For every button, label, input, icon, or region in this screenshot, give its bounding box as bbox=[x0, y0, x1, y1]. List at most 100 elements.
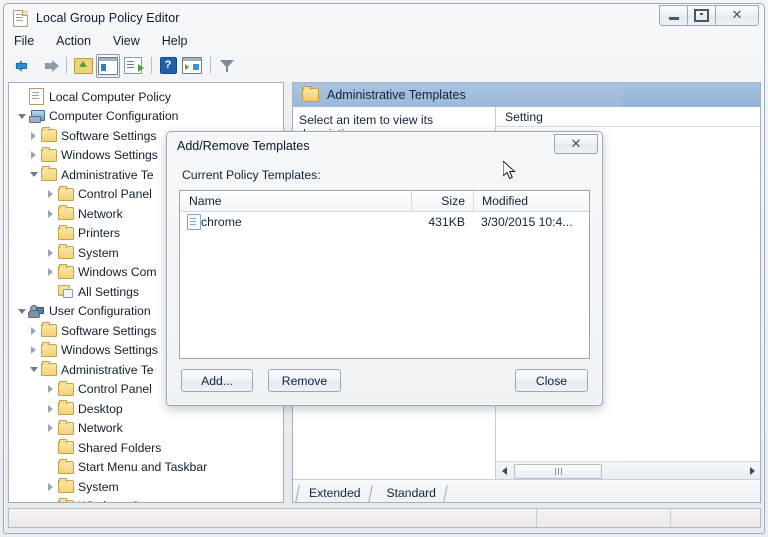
current-templates-label: Current Policy Templates: bbox=[182, 168, 321, 182]
dialog-close-button[interactable]: ✕ bbox=[554, 134, 598, 154]
templates-listview[interactable]: Name Size Modified chrome 431KB 3/30/201… bbox=[179, 190, 590, 359]
folder-icon bbox=[57, 478, 74, 494]
tree-expander-placeholder bbox=[44, 285, 57, 298]
up-one-level-button[interactable] bbox=[72, 55, 94, 77]
back-icon bbox=[14, 59, 33, 73]
cell-name: chrome bbox=[180, 214, 411, 230]
folder-icon bbox=[40, 361, 57, 377]
properties-button[interactable] bbox=[181, 55, 203, 77]
scroll-right-arrow-icon[interactable] bbox=[744, 463, 760, 478]
tree-node[interactable]: Computer Configuration bbox=[13, 107, 283, 127]
back-button[interactable] bbox=[13, 55, 35, 77]
properties-icon bbox=[182, 57, 202, 74]
tree-expander-closed-icon[interactable] bbox=[44, 207, 57, 220]
tree-expander-closed-icon[interactable] bbox=[44, 422, 57, 435]
add-button[interactable]: Add... bbox=[181, 369, 253, 392]
close-button[interactable]: ✕ bbox=[715, 5, 759, 26]
scrollbar-thumb[interactable] bbox=[514, 464, 602, 479]
toolbar-separator-2 bbox=[151, 57, 152, 74]
filter-button[interactable] bbox=[216, 55, 238, 77]
tree-expander-closed-icon[interactable] bbox=[27, 149, 40, 162]
column-header-modified[interactable]: Modified bbox=[473, 191, 589, 211]
help-icon: ? bbox=[159, 57, 177, 74]
tree-node[interactable]: Shared Folders bbox=[13, 438, 283, 458]
menu-file[interactable]: File bbox=[14, 32, 45, 50]
tree-expander-closed-icon[interactable] bbox=[27, 344, 40, 357]
scrollbar-track[interactable] bbox=[512, 463, 744, 479]
filter-icon bbox=[219, 59, 235, 73]
tree-expander-placeholder bbox=[15, 90, 28, 103]
remove-button[interactable]: Remove bbox=[268, 369, 341, 392]
tree-expander-closed-icon[interactable] bbox=[44, 246, 57, 259]
tree-expander-closed-icon[interactable] bbox=[44, 188, 57, 201]
tree-node-label: Network bbox=[78, 206, 123, 221]
minimize-button[interactable] bbox=[659, 5, 688, 26]
template-file-icon bbox=[187, 214, 201, 230]
tree-node-label: System bbox=[78, 245, 119, 260]
toolbar: ? bbox=[4, 52, 764, 79]
folder-icon bbox=[40, 166, 57, 182]
tree-node[interactable]: Local Computer Policy bbox=[13, 87, 283, 107]
tree-expander-open-icon[interactable] bbox=[27, 363, 40, 376]
status-cell-1 bbox=[9, 509, 536, 527]
computer-icon bbox=[28, 109, 45, 123]
folder-icon bbox=[57, 224, 74, 240]
folder-icon bbox=[57, 244, 74, 260]
menu-action[interactable]: Action bbox=[56, 32, 102, 50]
right-pane-title: Administrative Templates bbox=[327, 88, 466, 102]
folder-icon bbox=[57, 205, 74, 221]
tree-node[interactable]: Network bbox=[13, 419, 283, 439]
folder-icon bbox=[57, 400, 74, 416]
help-button[interactable]: ? bbox=[157, 55, 179, 77]
tree-node-label: System bbox=[78, 479, 119, 494]
user-icon bbox=[28, 304, 45, 318]
tree-node-label: Control Panel bbox=[78, 382, 152, 397]
listview-header: Name Size Modified bbox=[180, 191, 589, 212]
all-settings-icon bbox=[57, 285, 74, 299]
tree-expander-closed-icon[interactable] bbox=[27, 129, 40, 142]
menu-view[interactable]: View bbox=[113, 32, 151, 50]
close-icon: ✕ bbox=[570, 136, 582, 152]
tree-expander-closed-icon[interactable] bbox=[27, 324, 40, 337]
table-row[interactable]: chrome 431KB 3/30/2015 10:4... bbox=[180, 212, 589, 232]
tree-expander-open-icon[interactable] bbox=[15, 110, 28, 123]
tree-expander-closed-icon[interactable] bbox=[44, 383, 57, 396]
settings-column-header[interactable]: Setting bbox=[496, 107, 760, 127]
maximize-button[interactable] bbox=[687, 5, 716, 26]
tree-expander-closed-icon[interactable] bbox=[44, 500, 57, 502]
show-hide-tree-button[interactable] bbox=[96, 53, 120, 78]
tree-node[interactable]: System bbox=[13, 477, 283, 497]
forward-button[interactable] bbox=[37, 55, 59, 77]
folder-icon bbox=[57, 380, 74, 396]
tree-node-label: Shared Folders bbox=[78, 440, 162, 455]
tree-node[interactable]: Start Menu and Taskbar bbox=[13, 458, 283, 478]
tree-expander-closed-icon[interactable] bbox=[44, 266, 57, 279]
horizontal-scrollbar[interactable] bbox=[496, 461, 760, 479]
export-list-button[interactable] bbox=[122, 55, 144, 77]
tab-standard-label: Standard bbox=[386, 486, 436, 500]
column-header-size[interactable]: Size bbox=[411, 191, 473, 211]
status-cell-3 bbox=[671, 509, 760, 527]
tab-extended[interactable]: Extended bbox=[295, 483, 373, 502]
cell-size: 431KB bbox=[428, 215, 465, 229]
scroll-left-arrow-icon[interactable] bbox=[496, 463, 512, 478]
tree-node-label: Windows Settings bbox=[61, 148, 158, 163]
tree-expander-open-icon[interactable] bbox=[27, 168, 40, 181]
tree-expander-closed-icon[interactable] bbox=[44, 480, 57, 493]
window-titlebar: Local Group Policy Editor ✕ bbox=[4, 4, 764, 32]
close-dialog-button[interactable]: Close bbox=[515, 369, 588, 392]
tree-node-label: Printers bbox=[78, 226, 120, 241]
tree-node[interactable]: Windows Components bbox=[13, 497, 283, 502]
window-controls: ✕ bbox=[659, 5, 759, 26]
tree-expander-open-icon[interactable] bbox=[15, 305, 28, 318]
tree-expander-placeholder bbox=[44, 461, 57, 474]
dialog-button-row: Add... Remove Close bbox=[167, 369, 602, 392]
tree-expander-closed-icon[interactable] bbox=[44, 402, 57, 415]
tree-node-label: Windows Components bbox=[77, 499, 200, 502]
column-header-name[interactable]: Name bbox=[180, 194, 411, 208]
close-icon: ✕ bbox=[731, 8, 743, 23]
tab-standard[interactable]: Standard bbox=[373, 483, 448, 502]
tree-node-label: Administrative Te bbox=[61, 362, 154, 377]
dialog-titlebar: Add/Remove Templates ✕ bbox=[167, 132, 602, 159]
menu-help[interactable]: Help bbox=[162, 32, 199, 50]
